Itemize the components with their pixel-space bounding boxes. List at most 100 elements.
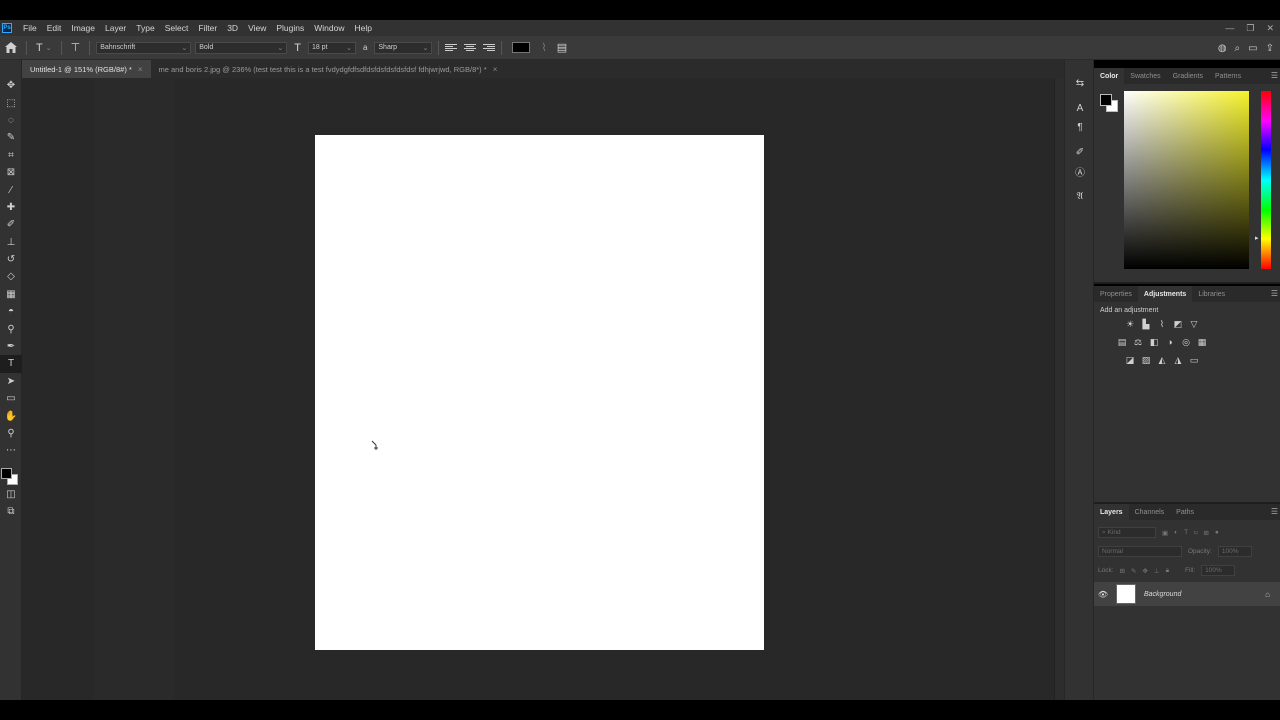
filter-adjustment-icon[interactable]: ◐: [1174, 529, 1178, 536]
lock-artboard-icon[interactable]: ⊥: [1154, 567, 1160, 575]
character-panel-icon[interactable]: A: [1065, 99, 1095, 118]
font-family-select[interactable]: Bahnschrift ⌄: [96, 41, 192, 54]
photo-filter-icon[interactable]: ◑: [1164, 336, 1176, 348]
path-selection-tool-icon[interactable]: ➤: [0, 373, 22, 390]
edit-toolbar-icon[interactable]: ⋯: [0, 442, 22, 459]
screen-mode-icon[interactable]: ⧉: [0, 503, 22, 520]
align-center-button[interactable]: [463, 42, 477, 54]
threshold-icon[interactable]: ◭: [1156, 354, 1168, 366]
foreground-color-swatch[interactable]: [1, 467, 12, 479]
layer-name[interactable]: Background: [1144, 591, 1265, 598]
move-tool-icon[interactable]: ✥: [0, 77, 22, 94]
visibility-eye-icon[interactable]: 👁︎: [1094, 590, 1112, 599]
quick-mask-icon[interactable]: ◫: [0, 486, 22, 503]
menu-filter[interactable]: Filter: [193, 23, 222, 33]
type-tool-icon[interactable]: T: [0, 355, 22, 373]
tab-layers[interactable]: Layers: [1094, 504, 1129, 520]
lock-transparent-icon[interactable]: ⊞: [1120, 567, 1125, 575]
menu-layer[interactable]: Layer: [100, 23, 131, 33]
blend-mode-select[interactable]: Normal: [1098, 546, 1182, 557]
gradient-tool-icon[interactable]: ▦: [0, 286, 22, 303]
hue-slider-handle-icon[interactable]: ▸: [1255, 234, 1259, 242]
align-right-button[interactable]: [481, 42, 496, 54]
marquee-tool-icon[interactable]: ⬚: [0, 94, 22, 111]
lock-position-icon[interactable]: ✥: [1142, 567, 1147, 575]
frame-tool-icon[interactable]: ⊠: [0, 164, 22, 181]
black-white-icon[interactable]: ◧: [1148, 336, 1160, 348]
menu-plugins[interactable]: Plugins: [271, 23, 309, 33]
panel-menu-icon[interactable]: ☰: [1271, 289, 1278, 298]
zoom-tool-icon[interactable]: ⚲: [0, 425, 22, 442]
document-tab[interactable]: Untitled-1 @ 151% (RGB/8#) * ×: [22, 60, 151, 78]
eyedropper-tool-icon[interactable]: ⁄: [0, 181, 22, 198]
menu-3d[interactable]: 3D: [222, 23, 243, 33]
menu-view[interactable]: View: [243, 23, 271, 33]
user-icon[interactable]: ◍: [1218, 43, 1227, 54]
tab-swatches[interactable]: Swatches: [1124, 68, 1166, 84]
channel-mixer-icon[interactable]: ◎: [1180, 336, 1192, 348]
menu-image[interactable]: Image: [66, 23, 100, 33]
posterize-icon[interactable]: ▨: [1140, 354, 1152, 366]
hue-slider[interactable]: [1261, 91, 1271, 269]
brightness-contrast-icon[interactable]: ☀: [1124, 318, 1136, 330]
invert-icon[interactable]: ◪: [1124, 354, 1136, 366]
font-style-select[interactable]: Bold ⌄: [195, 41, 288, 54]
pen-tool-icon[interactable]: ✒: [0, 338, 22, 355]
selective-color-icon[interactable]: ◮: [1172, 354, 1184, 366]
dodge-tool-icon[interactable]: ⚲: [0, 320, 22, 337]
search-icon[interactable]: ⌕: [1235, 43, 1241, 54]
foreground-background-colors[interactable]: [0, 460, 22, 485]
crop-tool-icon[interactable]: ⌗: [0, 147, 22, 164]
hue-saturation-icon[interactable]: ▤: [1116, 336, 1128, 348]
menu-window[interactable]: Window: [309, 23, 349, 33]
close-tab-icon[interactable]: ×: [138, 65, 143, 74]
tab-libraries[interactable]: Libraries: [1192, 286, 1231, 302]
antialias-select[interactable]: Sharp ⌄: [374, 41, 433, 54]
paragraph-panel-icon[interactable]: ¶: [1065, 118, 1095, 137]
text-color-swatch[interactable]: [512, 42, 531, 53]
type-tool-preset-icon[interactable]: T ⌄: [36, 42, 52, 54]
menu-help[interactable]: Help: [349, 23, 376, 33]
tab-color[interactable]: Color: [1094, 68, 1125, 84]
filter-shape-icon[interactable]: ⌑: [1194, 529, 1197, 537]
color-lookup-icon[interactable]: ▦: [1196, 336, 1208, 348]
rectangle-tool-icon[interactable]: ▭: [0, 390, 22, 407]
close-icon[interactable]: ✕: [1266, 23, 1274, 34]
fill-field[interactable]: 100%: [1201, 565, 1236, 576]
close-tab-icon[interactable]: ×: [493, 65, 498, 74]
lock-icon[interactable]: ⌂: [1265, 590, 1270, 599]
canvas-workspace[interactable]: [22, 78, 1054, 700]
font-size-select[interactable]: 18 pt ⌄: [307, 41, 356, 54]
color-picker-field[interactable]: [1124, 91, 1249, 269]
restore-icon[interactable]: ❐: [1246, 23, 1254, 34]
lock-image-icon[interactable]: ✎: [1131, 567, 1136, 575]
eraser-tool-icon[interactable]: ◇: [0, 268, 22, 285]
character-panel-icon[interactable]: ▤: [557, 41, 567, 54]
healing-brush-tool-icon[interactable]: ✚: [0, 199, 22, 216]
brush-settings-icon[interactable]: ✐: [1065, 143, 1095, 162]
tab-paths[interactable]: Paths: [1170, 504, 1200, 520]
lock-all-icon[interactable]: 🔒︎: [1166, 567, 1169, 575]
filter-pixel-icon[interactable]: ▣: [1162, 529, 1168, 537]
workspace-icon[interactable]: ▭: [1248, 43, 1257, 54]
vibrance-icon[interactable]: ▽: [1188, 318, 1200, 330]
menu-file[interactable]: File: [18, 23, 42, 33]
quick-selection-tool-icon[interactable]: ✎: [0, 129, 22, 146]
filter-smart-object-icon[interactable]: ⊞: [1203, 529, 1208, 537]
glyphs-panel-icon[interactable]: Ⓐ: [1065, 162, 1095, 181]
filter-type-icon[interactable]: T: [1184, 529, 1188, 536]
foreground-color-swatch[interactable]: [1100, 94, 1112, 106]
document-canvas[interactable]: [315, 135, 764, 650]
clone-stamp-tool-icon[interactable]: ⊥: [0, 234, 22, 251]
vertical-scrollbar[interactable]: [1054, 78, 1064, 700]
curves-icon[interactable]: ⌇: [1156, 318, 1168, 330]
gradient-map-icon[interactable]: ▭: [1188, 354, 1200, 366]
document-tab[interactable]: me and boris 2.jpg @ 236% (test test thi…: [151, 60, 506, 78]
history-panel-icon[interactable]: ⇆: [1065, 74, 1095, 93]
menu-edit[interactable]: Edit: [42, 23, 67, 33]
history-brush-tool-icon[interactable]: ↺: [0, 251, 22, 268]
tools-collapse-handle[interactable]: [0, 60, 21, 77]
menu-type[interactable]: Type: [131, 23, 159, 33]
panel-menu-icon[interactable]: ☰: [1271, 507, 1278, 516]
exposure-icon[interactable]: ◩: [1172, 318, 1184, 330]
